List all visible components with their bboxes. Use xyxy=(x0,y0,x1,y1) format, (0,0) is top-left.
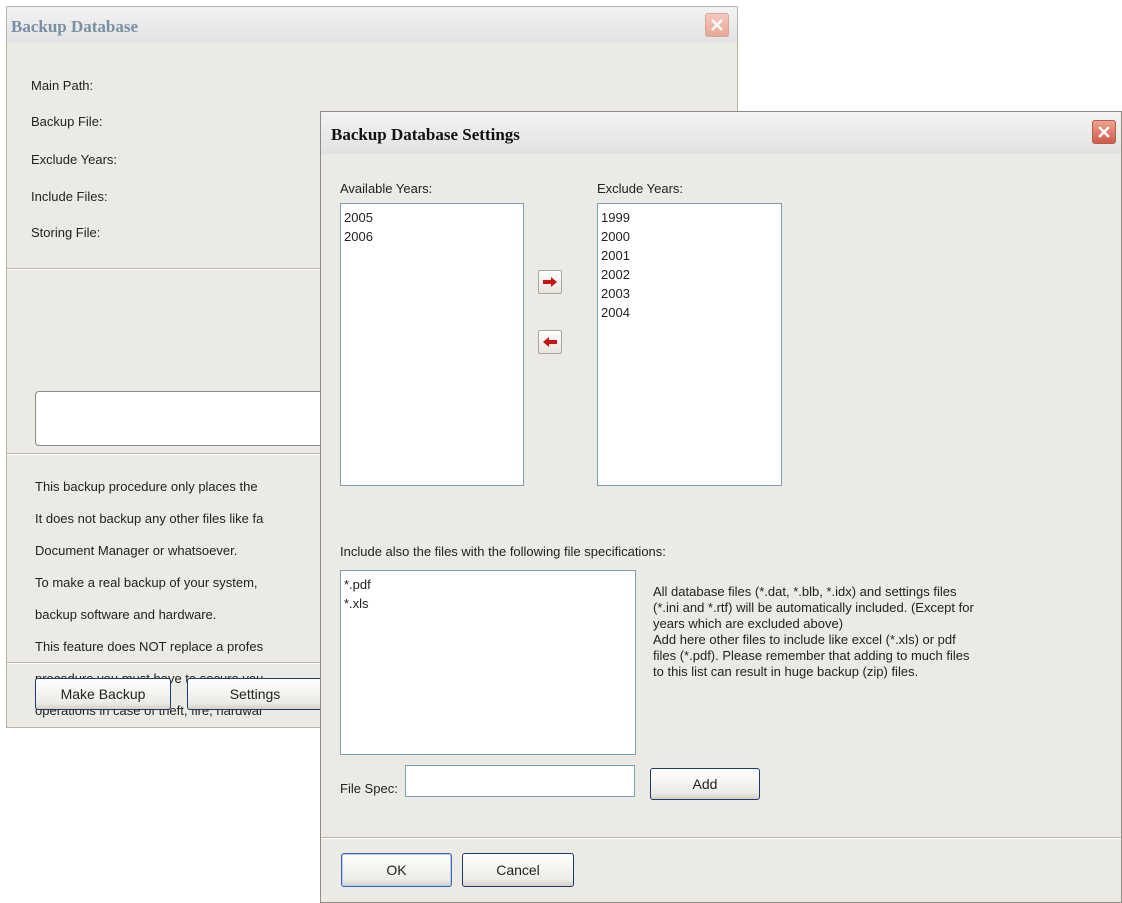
list-item[interactable]: *.pdf xyxy=(344,575,632,594)
title-bar: Backup Database Settings xyxy=(321,112,1121,154)
include-files-label: Include also the files with the followin… xyxy=(340,544,666,559)
available-years-label: Available Years: xyxy=(340,181,433,196)
available-years-list[interactable]: 2005 2006 xyxy=(340,203,524,486)
exclude-years-list[interactable]: 1999 2000 2001 2002 2003 2004 xyxy=(597,203,782,486)
move-right-button[interactable] xyxy=(538,270,562,294)
settings-button[interactable]: Settings xyxy=(187,678,323,710)
list-item[interactable]: 2004 xyxy=(601,303,778,322)
list-item[interactable]: 2001 xyxy=(601,246,778,265)
main-path-label: Main Path: xyxy=(31,78,94,93)
list-item[interactable]: 2002 xyxy=(601,265,778,284)
list-item[interactable]: *.xls xyxy=(344,594,632,613)
exclude-years-label: Exclude Years: xyxy=(31,152,118,167)
list-item[interactable]: 2003 xyxy=(601,284,778,303)
file-spec-label: File Spec: xyxy=(340,781,398,796)
close-icon[interactable] xyxy=(705,13,729,37)
ok-button[interactable]: OK xyxy=(341,853,452,887)
include-files-label: Include Files: xyxy=(31,189,108,204)
storing-file-label: Storing File: xyxy=(31,225,101,240)
list-item[interactable]: 2005 xyxy=(344,208,520,227)
backup-settings-dialog: Backup Database Settings Available Years… xyxy=(320,111,1122,903)
info-text: All database files (*.dat, *.blb, *.idx)… xyxy=(653,584,974,679)
cancel-button[interactable]: Cancel xyxy=(462,853,574,887)
close-icon[interactable] xyxy=(1092,120,1116,144)
title-bar: Backup Database xyxy=(7,7,737,43)
backup-file-label: Backup File: xyxy=(31,114,103,129)
list-item[interactable]: 2006 xyxy=(344,227,520,246)
add-button[interactable]: Add xyxy=(650,768,760,800)
divider xyxy=(321,837,1121,839)
dialog-title: Backup Database Settings xyxy=(331,125,520,144)
arrow-left-icon xyxy=(543,337,557,347)
window-title: Backup Database xyxy=(11,17,139,36)
list-item[interactable]: 2000 xyxy=(601,227,778,246)
arrow-right-icon xyxy=(543,277,557,287)
file-spec-list[interactable]: *.pdf *.xls xyxy=(340,570,636,755)
list-item[interactable]: 1999 xyxy=(601,208,778,227)
make-backup-button[interactable]: Make Backup xyxy=(35,678,171,710)
move-left-button[interactable] xyxy=(538,330,562,354)
exclude-years-label: Exclude Years: xyxy=(597,181,684,196)
file-spec-input[interactable] xyxy=(405,765,635,797)
